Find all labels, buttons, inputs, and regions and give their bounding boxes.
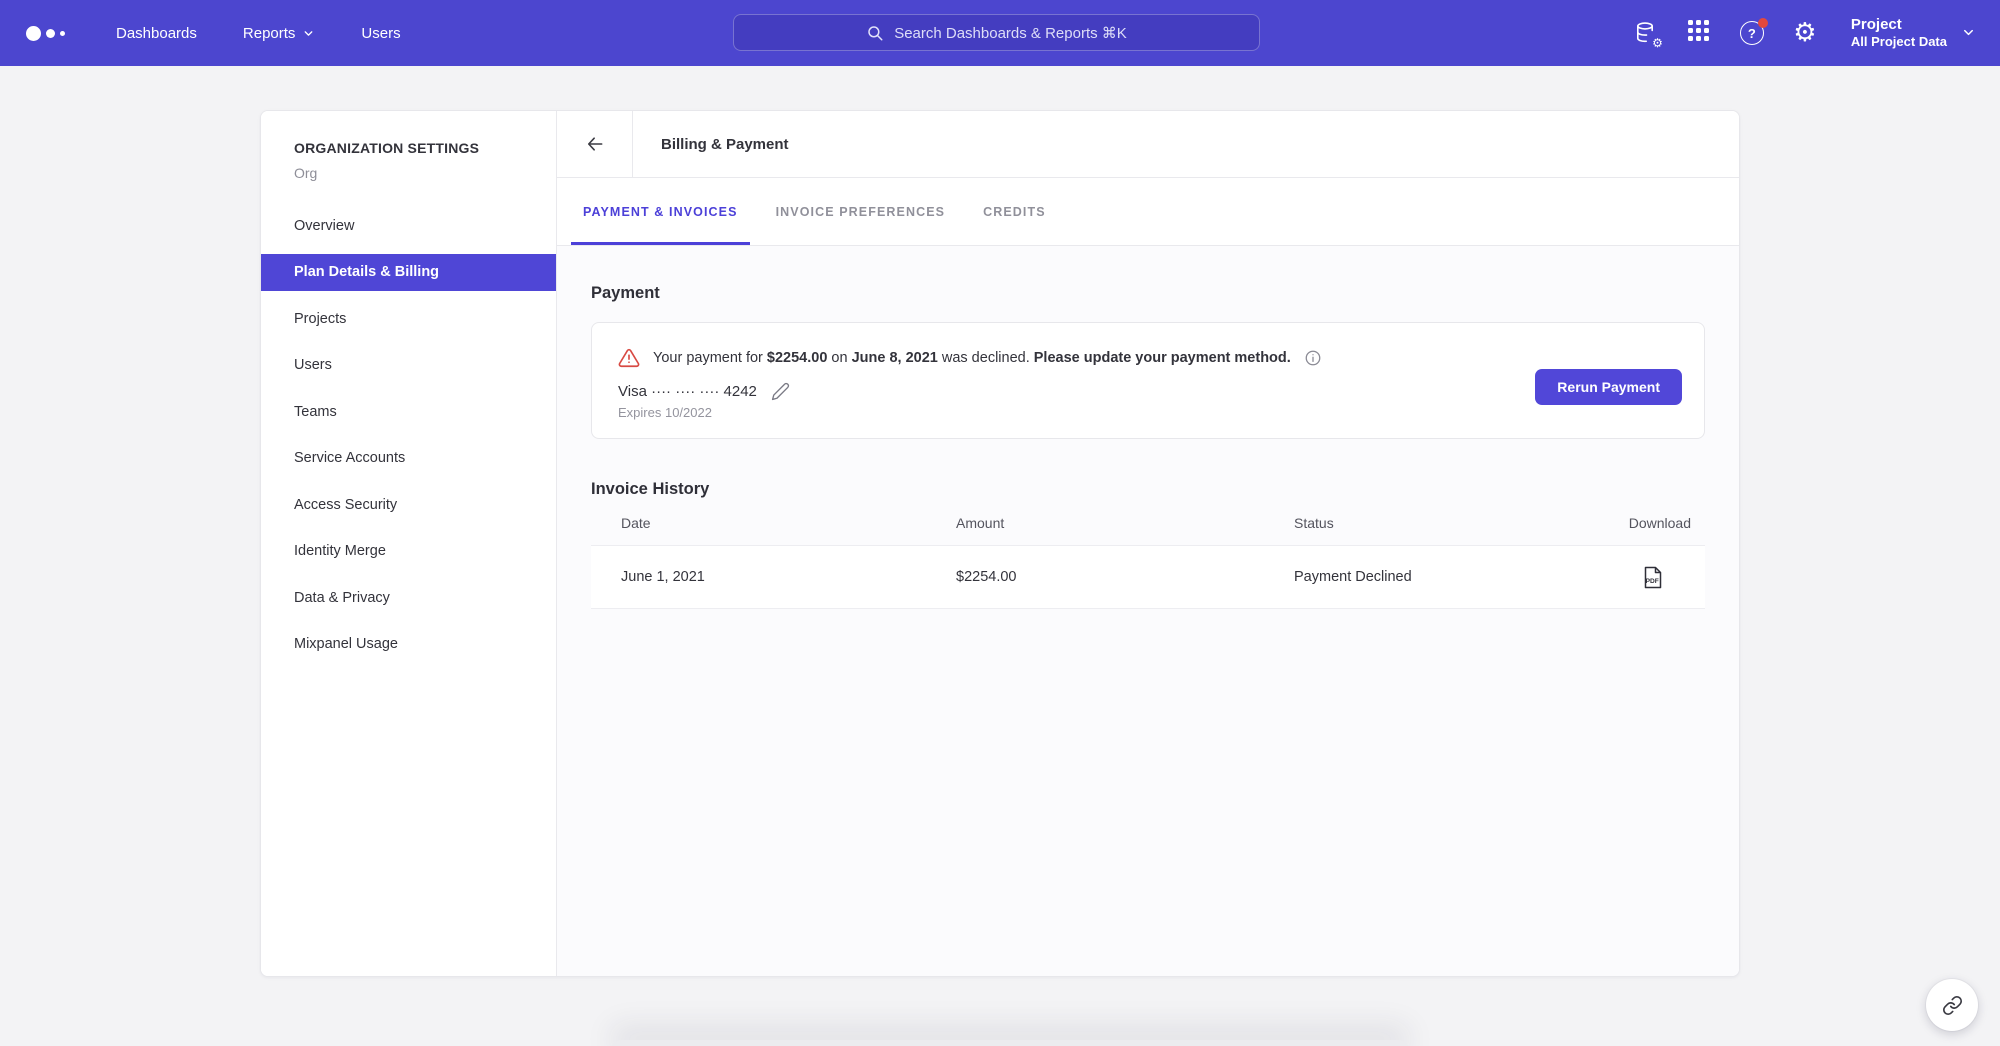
column-header-date: Date [621, 515, 956, 531]
arrow-left-icon [585, 134, 605, 154]
tab-invoice-preferences[interactable]: INVOICE PREFERENCES [764, 178, 958, 245]
alert-mid: on [827, 350, 851, 366]
sidebar-item-access-security[interactable]: Access Security [261, 486, 556, 523]
column-header-amount: Amount [956, 515, 1294, 531]
bottom-sheet-shadow [610, 1040, 1410, 1046]
sidebar-item-identity-merge[interactable]: Identity Merge [261, 533, 556, 570]
card-info-row: Visa ···· ···· ···· 4242 [618, 382, 1678, 401]
invoice-status: Payment Declined [1294, 569, 1581, 585]
logo-dot [60, 31, 65, 36]
svg-text:PDF: PDF [1646, 578, 1659, 585]
invoice-date: June 1, 2021 [621, 569, 956, 585]
column-header-status: Status [1294, 515, 1581, 531]
search-input[interactable]: Search Dashboards & Reports ⌘K [733, 14, 1260, 51]
alert-prefix: Your payment for [653, 350, 767, 366]
nav-item-reports[interactable]: Reports [243, 25, 316, 42]
nav-links: Dashboards Reports Users [116, 25, 401, 42]
sidebar-items: Overview Plan Details & Billing Projects… [261, 207, 556, 663]
project-selector-label: Project [1851, 17, 1947, 34]
invoice-table-header: Date Amount Status Download [591, 501, 1705, 545]
invoice-amount: $2254.00 [956, 569, 1294, 585]
logo-dot [26, 26, 41, 41]
nav-item-label: Reports [243, 25, 296, 42]
alert-date: June 8, 2021 [852, 350, 938, 366]
rerun-payment-button[interactable]: Rerun Payment [1535, 369, 1682, 405]
navbar-right: ⚙ ? ⚙ Project All Project Data [1633, 0, 1976, 66]
back-button[interactable] [557, 111, 633, 177]
link-icon [1942, 995, 1963, 1016]
warning-triangle-icon [618, 347, 640, 369]
top-navbar: Dashboards Reports Users Search Dashboar… [0, 0, 2000, 66]
sidebar-item-plan-details-billing[interactable]: Plan Details & Billing [261, 254, 556, 291]
invoice-table: Date Amount Status Download June 1, 2021… [591, 501, 1705, 609]
invoice-history-heading: Invoice History [591, 480, 1705, 499]
alert-amount: $2254.00 [767, 350, 827, 366]
settings-panel: ORGANIZATION SETTINGS Org Overview Plan … [260, 110, 1740, 977]
tab-bar: PAYMENT & INVOICES INVOICE PREFERENCES C… [557, 178, 1739, 246]
settings-gear-icon[interactable]: ⚙ [1792, 20, 1818, 46]
payment-alert-text: Your payment for $2254.00 on June 8, 202… [653, 350, 1291, 366]
mixpanel-logo[interactable] [26, 26, 66, 41]
chevron-down-icon [302, 27, 315, 40]
alert-action: Please update your payment method. [1034, 350, 1291, 366]
settings-sidebar: ORGANIZATION SETTINGS Org Overview Plan … [261, 111, 557, 976]
payment-alert: Your payment for $2254.00 on June 8, 202… [618, 347, 1678, 369]
edit-pencil-icon[interactable] [771, 382, 790, 401]
nav-item-label: Users [361, 25, 400, 42]
column-header-download: Download [1629, 515, 1691, 531]
logo-dot [46, 29, 55, 38]
sidebar-item-users[interactable]: Users [261, 347, 556, 384]
search-icon [866, 24, 884, 42]
nav-item-users[interactable]: Users [361, 25, 400, 42]
copy-link-button[interactable] [1926, 979, 1978, 1031]
nav-item-dashboards[interactable]: Dashboards [116, 25, 197, 42]
info-icon[interactable] [1304, 349, 1322, 367]
card-number: Visa ···· ···· ···· 4242 [618, 383, 757, 400]
nav-item-label: Dashboards [116, 25, 197, 42]
page-header: Billing & Payment [557, 111, 1739, 178]
sidebar-item-data-privacy[interactable]: Data & Privacy [261, 579, 556, 616]
project-selector-value: All Project Data [1851, 35, 1947, 49]
payment-heading: Payment [591, 284, 1705, 303]
sidebar-item-teams[interactable]: Teams [261, 393, 556, 430]
search-placeholder: Search Dashboards & Reports ⌘K [894, 24, 1127, 42]
sidebar-item-projects[interactable]: Projects [261, 300, 556, 337]
sidebar-item-mixpanel-usage[interactable]: Mixpanel Usage [261, 626, 556, 663]
data-management-icon[interactable]: ⚙ [1633, 20, 1659, 46]
sidebar-item-overview[interactable]: Overview [261, 207, 556, 244]
org-name: Org [294, 165, 556, 181]
tab-content: Payment Your payment for $2254.00 on Jun… [557, 246, 1739, 976]
sidebar-item-service-accounts[interactable]: Service Accounts [261, 440, 556, 477]
pdf-file-icon: PDF [1642, 566, 1663, 589]
invoice-row: June 1, 2021 $2254.00 Payment Declined P… [591, 545, 1705, 609]
card-expiry: Expires 10/2022 [618, 405, 1678, 420]
project-selector[interactable]: Project All Project Data [1851, 17, 1976, 50]
payment-card: Your payment for $2254.00 on June 8, 202… [591, 322, 1705, 439]
tab-payment-invoices[interactable]: PAYMENT & INVOICES [571, 178, 750, 245]
notification-badge [1758, 18, 1768, 28]
settings-main: Billing & Payment PAYMENT & INVOICES INV… [557, 111, 1739, 976]
alert-suffix: was declined. [938, 350, 1034, 366]
small-gear-icon: ⚙ [1652, 37, 1663, 49]
sidebar-title: ORGANIZATION SETTINGS [294, 140, 556, 156]
download-pdf-button[interactable]: PDF [1642, 566, 1691, 589]
tab-credits[interactable]: CREDITS [971, 178, 1058, 245]
chevron-down-icon [1961, 25, 1976, 40]
apps-grid-icon[interactable] [1686, 20, 1712, 46]
help-icon[interactable]: ? [1739, 20, 1765, 46]
page-title: Billing & Payment [633, 111, 789, 177]
